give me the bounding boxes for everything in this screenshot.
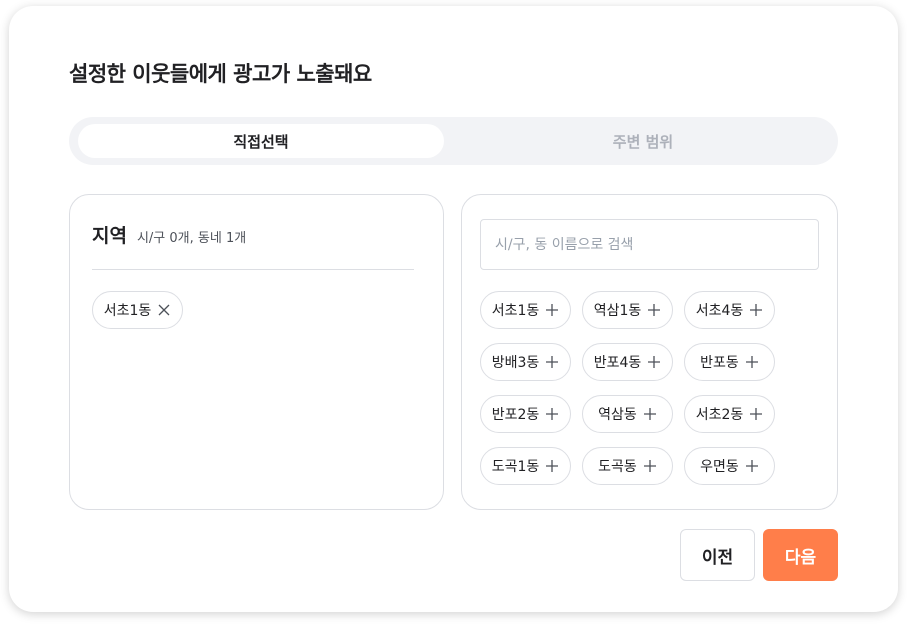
region-option-chip[interactable]: 역삼동 [582, 395, 673, 433]
plus-icon[interactable] [545, 407, 559, 421]
plus-icon[interactable] [749, 303, 763, 317]
region-option-chip[interactable]: 역삼1동 [582, 291, 673, 329]
ad-target-modal: 설정한 이웃들에게 광고가 노출돼요 직접선택 주변 범위 지역 시/구 0개,… [9, 6, 898, 612]
region-count: 시/구 0개, 동네 1개 [136, 231, 247, 246]
chip-label: 반포4동 [593, 355, 642, 371]
plus-icon[interactable] [745, 459, 759, 473]
region-option-chip[interactable]: 서초4동 [684, 291, 775, 329]
region-option-chip[interactable]: 서초1동 [480, 291, 571, 329]
plus-icon[interactable] [749, 407, 763, 421]
plus-icon[interactable] [643, 407, 657, 421]
region-option-chip[interactable]: 우면동 [684, 447, 775, 485]
chip-label: 역삼1동 [593, 303, 642, 319]
region-option-chip[interactable]: 방배3동 [480, 343, 571, 381]
modal-title: 설정한 이웃들에게 광고가 노출돼요 [69, 62, 372, 86]
plus-icon[interactable] [545, 303, 559, 317]
region-search-input[interactable] [480, 219, 819, 270]
plus-icon[interactable] [647, 303, 661, 317]
next-button[interactable]: 다음 [763, 529, 838, 581]
tab-bar: 직접선택 주변 범위 [69, 117, 838, 165]
region-option-chip[interactable]: 반포4동 [582, 343, 673, 381]
tab-nearby-range[interactable]: 주변 범위 [458, 124, 828, 158]
prev-button[interactable]: 이전 [680, 529, 755, 581]
plus-icon[interactable] [745, 355, 759, 369]
region-option-chip[interactable]: 반포동 [684, 343, 775, 381]
chip-label: 반포동 [700, 355, 739, 371]
region-option-chip[interactable]: 서초2동 [684, 395, 775, 433]
plus-icon[interactable] [647, 355, 661, 369]
region-header: 지역 시/구 0개, 동네 1개 [92, 221, 246, 248]
chip-label: 서초1동 [491, 303, 540, 319]
chip-label: 서초4동 [695, 303, 744, 319]
chip-label: 역삼동 [598, 407, 637, 423]
tab-direct-select[interactable]: 직접선택 [78, 124, 444, 158]
chip-label: 도곡동 [598, 459, 637, 475]
region-option-chip[interactable]: 반포2동 [480, 395, 571, 433]
divider [92, 269, 414, 270]
chip-label: 서초1동 [103, 303, 152, 319]
chip-label: 도곡1동 [491, 459, 540, 475]
plus-icon[interactable] [643, 459, 657, 473]
plus-icon[interactable] [545, 459, 559, 473]
plus-icon[interactable] [545, 355, 559, 369]
search-region-panel: 서초1동 역삼1동 서초4동방배3동 반포4동 반포동반포2동 역삼동 서초2동도곡1동 도곡… [461, 194, 838, 510]
selected-region-panel: 지역 시/구 0개, 동네 1개 서초1동 [69, 194, 444, 510]
chip-label: 우면동 [700, 459, 739, 475]
chip-label: 반포2동 [491, 407, 540, 423]
chip-label: 서초2동 [695, 407, 744, 423]
region-option-chip[interactable]: 도곡동 [582, 447, 673, 485]
selected-chip[interactable]: 서초1동 [92, 291, 183, 329]
region-title: 지역 [92, 225, 127, 247]
close-icon[interactable] [157, 303, 171, 317]
region-option-chip[interactable]: 도곡1동 [480, 447, 571, 485]
chip-label: 방배3동 [491, 355, 540, 371]
